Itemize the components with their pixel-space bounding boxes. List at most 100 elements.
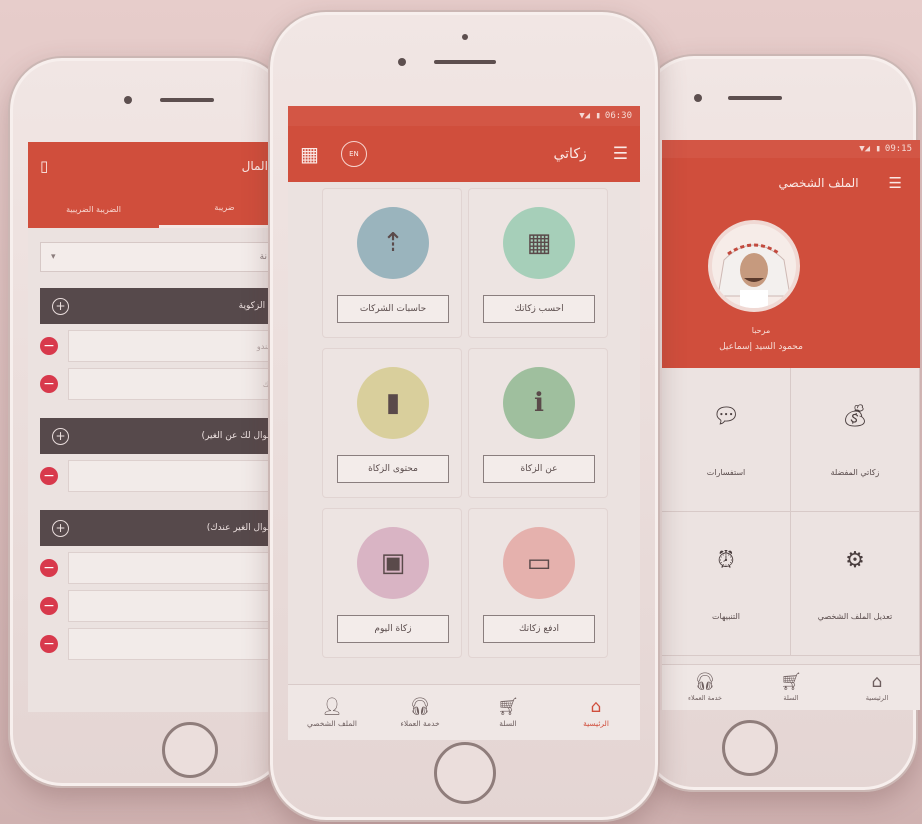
chat-bubble-icon: 💬︎ [712,404,740,429]
right-status-bar: ▼◢ ▮ 09:15 [662,140,920,158]
section-header: + (أموال لك عن الغير) [40,418,290,454]
front-camera [124,96,132,104]
center-app-bar: ▦ EN زكاتي ☰ [288,126,640,182]
info-icon: ℹ [503,367,575,439]
tile-zakat-content[interactable]: ▮ محتوى الزكاة [322,348,462,498]
nav-home[interactable]: ⌂ الرئيسية [834,665,920,710]
amount-field[interactable] [68,590,290,622]
home-button[interactable] [722,720,778,776]
right-app-bar: الملف الشخصي ☰ [662,158,920,208]
tile-about-zakat[interactable]: ℹ عن الزكاة [468,348,608,498]
phone-icon[interactable]: ▯ [40,157,48,175]
profile-menu-grid: 💰︎ زكاتي المفضلة 💬︎ استفسارات ⚙ تعديل ال… [662,368,920,664]
nav-support[interactable]: 🎧︎ خدمة العملاء [376,685,464,740]
center-bottom-nav: ⌂ الرئيسية 🛒︎ السلة 🎧︎ خدمة العملاء 👤︎ ا… [288,684,640,740]
hamburger-icon[interactable]: ☰ [889,174,902,192]
calculator-grid-icon: ▦ [503,207,575,279]
chevron-down-icon: ▾ [51,252,56,262]
nav-label: الملف الشخصي [307,718,357,728]
avatar[interactable] [708,220,800,312]
right-phone: ▼◢ ▮ 09:15 الملف الشخصي ☰ مرحبا محمود ال… [640,54,920,792]
user-icon: 👤︎ [321,696,343,717]
app-bar-left-actions: ▦ EN [300,141,367,167]
tile-button[interactable]: احسب زكاتك [483,295,595,323]
nav-support[interactable]: 🎧︎ خدمة العملاء [662,665,748,710]
image-frame-icon: ▣ [357,527,429,599]
menu-label: التنبيهات [712,612,740,621]
list-item: − عن [40,460,290,492]
headset-icon: 🎧︎ [409,696,431,717]
calculator-icon[interactable]: ▦ [300,142,319,166]
proximity-sensor [462,34,468,40]
tile-button[interactable]: عن الزكاة [483,455,595,483]
list-item: − [40,590,290,622]
nav-label: الرئيسية [583,718,609,728]
add-plus-icon[interactable]: + [52,427,69,445]
app-bar-right: زكاتي ☰ [553,144,628,164]
remove-minus-icon[interactable]: − [40,559,58,577]
amount-field[interactable] [68,628,290,660]
tile-button[interactable]: ادفع زكاتك [483,615,595,643]
nav-cart[interactable]: 🛒︎ السلة [748,665,834,710]
speaker-grille [160,98,214,102]
tile-company-calculators[interactable]: ⇡ حاسبات الشركات [322,188,462,338]
left-screen: ة المال ▯ ضريبة الضريبة الضريبية ▾ نة + … [28,142,290,712]
home-button[interactable] [434,742,496,804]
cart-icon: 🛒︎ [497,696,519,717]
remove-minus-icon[interactable]: − [40,337,58,355]
cart-icon: 🛒︎ [780,672,802,692]
tile-button[interactable]: حاسبات الشركات [337,295,449,323]
front-camera [398,58,406,66]
list-item: − [40,628,290,660]
add-plus-icon[interactable]: + [52,519,69,537]
right-bottom-nav: ⌂ الرئيسية 🛒︎ السلة 🎧︎ خدمة العملاء [662,664,920,710]
nav-label: السلة [499,718,517,728]
remove-minus-icon[interactable]: − [40,467,58,485]
language-icon[interactable]: EN [340,141,367,167]
profile-greeting: مرحبا [751,326,771,335]
list-item: − البنك [40,368,290,400]
upload-arrow-icon: ⇡ [357,207,429,279]
tile-calculate-zakat[interactable]: ▦ احسب زكاتك [468,188,608,338]
tile-button[interactable]: زكاة اليوم [337,615,449,643]
right-page-title: الملف الشخصي [778,176,859,190]
left-select[interactable]: ▾ نة [40,242,278,272]
select-value: نة [259,252,267,262]
section-header: + ني الزكوية [40,288,290,324]
menu-label: تعديل الملف الشخصي [817,612,893,621]
amount-field[interactable]: عند [68,552,290,584]
remove-minus-icon[interactable]: − [40,635,58,653]
menu-alerts[interactable]: ⏰︎ التنبيهات [662,512,791,656]
menu-inquiries[interactable]: 💬︎ استفسارات [662,368,791,512]
left-app-bar: ة المال ▯ [28,142,290,190]
home-icon: ⌂ [871,672,883,692]
amount-field[interactable]: عن [68,460,290,492]
nav-profile[interactable]: 👤︎ الملف الشخصي [288,685,376,740]
add-plus-icon[interactable]: + [52,297,69,315]
home-icon: ⌂ [590,696,602,717]
money-bag-icon: 💰︎ [841,404,869,429]
tile-zakat-today[interactable]: ▣ زكاة اليوم [322,508,462,658]
amount-field[interactable]: الصندو [68,330,290,362]
menu-edit-profile[interactable]: ⚙ تعديل الملف الشخصي [791,512,920,656]
nav-label: خدمة العملاء [400,718,440,728]
menu-label: زكاتي المفضلة [830,468,880,477]
remove-minus-icon[interactable]: − [40,375,58,393]
nav-label: الرئيسية [865,694,889,702]
hamburger-icon[interactable]: ☰ [613,144,628,164]
remove-minus-icon[interactable]: − [40,597,58,615]
section-title: (أموال لك عن الغير) [201,431,278,441]
nav-cart[interactable]: 🛒︎ السلة [464,685,552,740]
speaker-grille [728,96,782,100]
tile-button[interactable]: محتوى الزكاة [337,455,449,483]
tile-pay-zakat[interactable]: ▭ ادفع زكاتك [468,508,608,658]
amount-field[interactable]: البنك [68,368,290,400]
list-item: − الصندو [40,330,290,362]
profile-header: مرحبا محمود السيد إسماعيل [662,208,920,368]
center-status-bar: ▼◢ ▮ 06:30 [288,106,640,126]
home-button[interactable] [162,722,218,778]
nav-home[interactable]: ⌂ الرئيسية [552,685,640,740]
section-header: + (أموال الغير عندك) [40,510,290,546]
tab-tax-type[interactable]: الضريبة الضريبية [28,190,159,228]
menu-favorites[interactable]: 💰︎ زكاتي المفضلة [791,368,920,512]
